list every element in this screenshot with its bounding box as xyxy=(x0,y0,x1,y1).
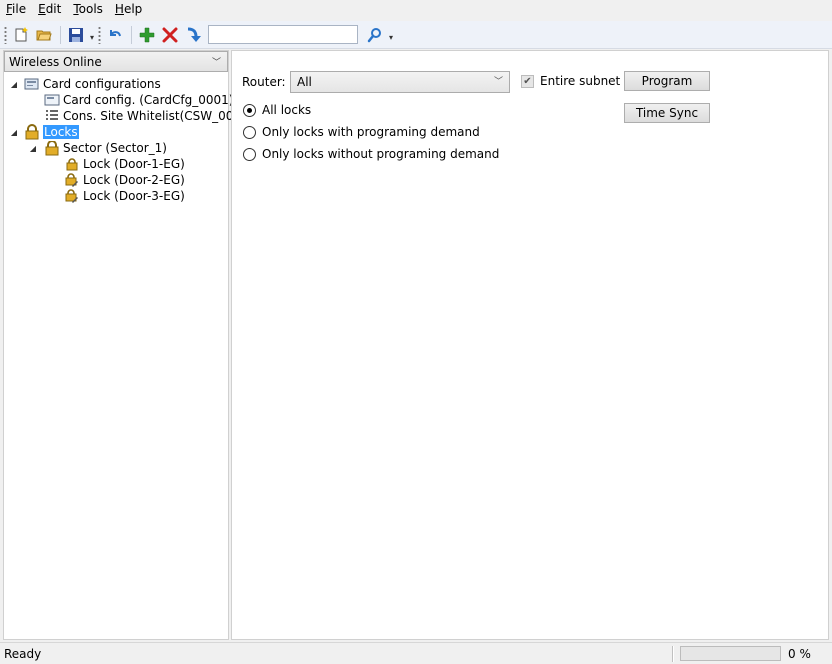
new-button[interactable] xyxy=(10,24,32,46)
menu-bar: File Edit Tools Help xyxy=(0,0,832,20)
lock-programming-icon xyxy=(64,188,80,204)
program-button[interactable]: Program xyxy=(624,71,710,91)
radio-label: All locks xyxy=(262,103,312,117)
tree-node-label: Cons. Site Whitelist(CSW_0001) xyxy=(63,109,254,123)
time-sync-button[interactable]: Time Sync xyxy=(624,103,710,123)
save-icon xyxy=(69,27,83,42)
tree-node-lock[interactable]: Lock (Door-1-EG) xyxy=(64,156,185,172)
tree-node-label: Lock (Door-3-EG) xyxy=(83,189,185,203)
tree-node-whitelist[interactable]: Cons. Site Whitelist(CSW_0001) xyxy=(44,108,253,124)
lock-icon xyxy=(64,156,80,172)
time-sync-button-label: Time Sync xyxy=(635,106,699,120)
program-button-label: Program xyxy=(641,74,693,88)
menu-edit-accelerator: E xyxy=(38,2,46,16)
search-input[interactable] xyxy=(208,25,358,44)
status-text: Ready xyxy=(4,647,42,661)
toolbar-separator-2 xyxy=(131,25,132,44)
menu-edit[interactable]: Edit xyxy=(32,0,67,20)
tree-node-lock[interactable]: Lock (Door-3-EG) xyxy=(64,188,185,204)
menu-help[interactable]: Help xyxy=(109,0,148,20)
list-icon xyxy=(44,108,60,124)
tree-node-lock[interactable]: Lock (Door-2-EG) xyxy=(64,172,185,188)
new-icon xyxy=(15,26,28,41)
undo-icon xyxy=(110,29,121,36)
view-select-value: Wireless Online xyxy=(9,54,102,69)
menu-file-label: ile xyxy=(12,2,27,16)
menu-tools-label: ools xyxy=(78,2,103,16)
tree-node-label: Card config. (CardCfg_0001) xyxy=(63,93,234,107)
radio-button[interactable] xyxy=(243,147,256,161)
tree-node-label: Card configurations xyxy=(43,77,161,91)
toolbar-grip[interactable] xyxy=(4,25,7,44)
import-button[interactable] xyxy=(182,24,204,46)
radio-with-demand[interactable]: Only locks with programing demand xyxy=(243,125,480,139)
progress-percent: 0 % xyxy=(788,647,811,661)
save-dropdown-chevron-icon[interactable]: ▾ xyxy=(88,24,96,46)
router-select-value: All xyxy=(297,75,312,89)
tree-node-card-config[interactable]: Card config. (CardCfg_0001) xyxy=(44,92,233,108)
tree-node-sector[interactable]: Sector (Sector_1) xyxy=(44,140,167,156)
locks-icon xyxy=(24,124,40,140)
progress-bar xyxy=(680,646,781,661)
status-separator xyxy=(672,646,674,662)
tree-expander-icon[interactable]: ◢ xyxy=(9,76,19,92)
add-icon xyxy=(139,27,155,42)
radio-button[interactable] xyxy=(243,125,256,139)
tree-node-label: Lock (Door-1-EG) xyxy=(83,157,185,171)
undo-button[interactable] xyxy=(104,24,126,46)
programming-panel: Router: All ﹀ ✔ Entire subnet Program Ti… xyxy=(231,50,829,640)
router-label: Router: xyxy=(242,75,286,89)
tree-node-card-configurations[interactable]: Card configurations xyxy=(24,76,161,92)
chevron-down-icon: ﹀ xyxy=(493,77,503,87)
radio-all-locks[interactable]: All locks xyxy=(243,103,311,117)
status-bar: Ready 0 % xyxy=(0,642,832,664)
lock-programming-icon xyxy=(64,172,80,188)
tree-expander-icon[interactable]: ◢ xyxy=(9,124,19,140)
menu-file[interactable]: File xyxy=(0,0,32,20)
search-button[interactable] xyxy=(364,24,386,46)
checkmark-icon: ✔ xyxy=(523,76,532,87)
delete-icon xyxy=(162,27,178,42)
router-select[interactable]: All ﹀ xyxy=(290,71,510,93)
radio-label: Only locks with programing demand xyxy=(262,125,480,139)
delete-button[interactable] xyxy=(159,24,181,46)
menu-edit-label: dit xyxy=(45,2,62,16)
toolbar-overflow-chevron-icon[interactable]: ▾ xyxy=(387,24,395,46)
add-button[interactable] xyxy=(136,24,158,46)
chevron-down-icon: ﹀ xyxy=(211,58,221,68)
tree-node-locks[interactable]: Locks xyxy=(24,124,79,140)
menu-tools[interactable]: Tools xyxy=(67,0,109,20)
radio-button[interactable] xyxy=(243,103,256,117)
radio-label: Only locks without programing demand xyxy=(262,147,500,161)
sector-lock-icon xyxy=(44,140,60,156)
menu-help-label: elp xyxy=(123,2,143,16)
open-button[interactable] xyxy=(33,24,55,46)
card-icon xyxy=(44,92,60,108)
open-folder-icon xyxy=(36,30,52,40)
toolbar: ▾ ▾ xyxy=(0,21,832,49)
tree-expander-icon[interactable]: ◢ xyxy=(28,140,38,156)
card-configurations-icon xyxy=(24,76,40,92)
tree-node-label: Lock (Door-2-EG) xyxy=(83,173,185,187)
import-icon xyxy=(187,27,201,42)
save-button[interactable] xyxy=(65,24,87,46)
search-icon xyxy=(367,27,381,42)
tree-node-label: Sector (Sector_1) xyxy=(63,141,167,155)
toolbar-separator xyxy=(60,25,61,44)
tree-node-label: Locks xyxy=(43,125,79,139)
entire-subnet-checkbox[interactable]: ✔ xyxy=(521,75,534,88)
radio-without-demand[interactable]: Only locks without programing demand xyxy=(243,147,499,161)
menu-help-accelerator: H xyxy=(114,2,124,16)
view-select[interactable]: Wireless Online ﹀ xyxy=(4,51,228,72)
entire-subnet-label: Entire subnet xyxy=(540,74,621,88)
toolbar-grip-2[interactable] xyxy=(98,25,101,44)
navigation-panel: Wireless Online ﹀ ◢ Card configurations … xyxy=(3,50,253,640)
